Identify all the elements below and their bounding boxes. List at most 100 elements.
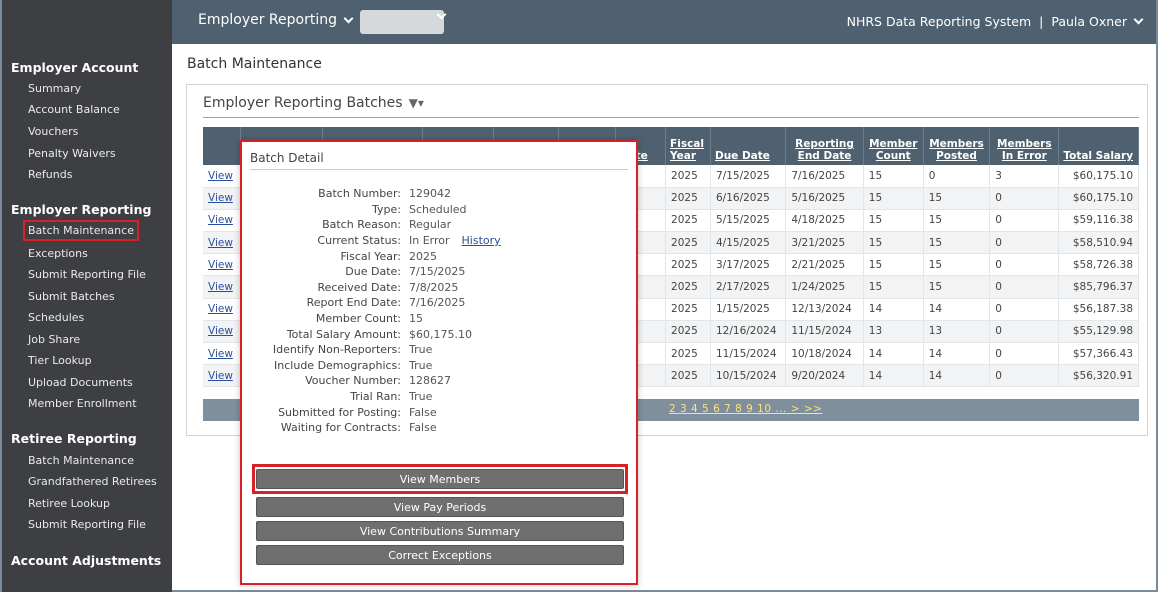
view-link[interactable]: View — [203, 320, 242, 344]
detail-label: Due Date: — [345, 265, 401, 279]
detail-label: Submitted for Posting: — [278, 405, 401, 419]
cell-fiscal-year: 2025 — [665, 298, 711, 321]
col-members-posted[interactable]: Members Posted — [923, 127, 991, 165]
sidebar-item-tier-lookup[interactable]: Tier Lookup — [28, 354, 92, 367]
cell-reporting-end-date: 4/18/2025 — [785, 209, 864, 233]
view-link[interactable]: View — [203, 231, 242, 255]
panel-title-label: Employer Reporting Batches — [203, 95, 403, 111]
employer-select[interactable] — [360, 10, 444, 34]
chevron-down-icon[interactable] — [1133, 14, 1144, 25]
cell-member-count: 15 — [863, 275, 924, 299]
cell-reporting-end-date: 2/21/2025 — [785, 253, 864, 277]
sidebar-item-schedules[interactable]: Schedules — [28, 311, 84, 324]
sidebar-item-account-balance[interactable]: Account Balance — [28, 103, 120, 116]
sidebar-item-retiree-lookup[interactable]: Retiree Lookup — [28, 497, 110, 510]
view-link[interactable]: View — [203, 364, 242, 388]
detail-label: Trial Ran: — [350, 390, 401, 404]
cell-total-salary: $58,510.94 — [1058, 231, 1139, 255]
detail-value: Regular — [409, 218, 452, 232]
col-member-count[interactable]: Member Count — [863, 127, 924, 165]
detail-label: Waiting for Contracts: — [280, 421, 401, 435]
sidebar-group-employer-reporting: Employer Reporting — [11, 202, 152, 217]
cell-members-posted: 0 — [923, 165, 991, 188]
employer-reporting-menu[interactable]: Employer Reporting — [198, 12, 354, 28]
detail-value: 2025 — [409, 249, 437, 263]
view-link[interactable]: View — [203, 187, 242, 210]
col-reporting-end-date[interactable]: Reporting End Date — [785, 127, 864, 165]
sidebar-item-submit-reporting-file[interactable]: Submit Reporting File — [28, 268, 146, 281]
cell-fiscal-year: 2025 — [665, 209, 711, 233]
detail-label: Total Salary Amount: — [286, 327, 401, 341]
user-area: NHRS Data Reporting System | Paula Oxner — [847, 14, 1144, 29]
detail-label: Voucher Number: — [305, 374, 401, 388]
detail-row: Due Date: 7/15/2025 — [242, 264, 640, 280]
cell-member-count: 14 — [863, 342, 924, 366]
view-link[interactable]: View — [203, 342, 242, 366]
sidebar-item-penalty-waivers[interactable]: Penalty Waivers — [28, 147, 116, 160]
pager-links[interactable]: 2 3 4 5 6 7 8 9 10 ... > >> — [669, 403, 822, 415]
detail-value: Scheduled — [409, 202, 467, 216]
cell-total-salary: $60,175.10 — [1058, 187, 1139, 210]
cell-members-in-error: 0 — [989, 364, 1060, 388]
cell-fiscal-year: 2025 — [665, 253, 711, 277]
col-fiscal-year[interactable]: Fiscal Year — [665, 127, 711, 165]
sidebar-item-summary[interactable]: Summary — [28, 82, 81, 95]
col-due-date[interactable]: Due Date — [710, 127, 787, 165]
cell-total-salary: $58,726.38 — [1058, 253, 1139, 277]
nav-title-label: Employer Reporting — [198, 12, 337, 28]
sidebar-item-job-share[interactable]: Job Share — [28, 333, 80, 346]
col-total-salary[interactable]: Total Salary — [1058, 127, 1139, 165]
detail-label: Include Demographics: — [274, 358, 401, 372]
sidebar-item-refunds[interactable]: Refunds — [28, 168, 72, 181]
sidebar-item-batch-maintenance[interactable]: Batch Maintenance — [23, 220, 139, 241]
view-link[interactable]: View — [203, 298, 242, 321]
filter-icon[interactable]: ▼▾ — [409, 96, 424, 110]
cell-members-posted: 15 — [923, 253, 991, 277]
sidebar-item-retiree-batch-maintenance[interactable]: Batch Maintenance — [28, 454, 134, 467]
page-title: Batch Maintenance — [187, 56, 322, 72]
cell-reporting-end-date: 1/24/2025 — [785, 275, 864, 299]
sidebar-group-employer-account: Employer Account — [11, 60, 139, 75]
sidebar-item-vouchers[interactable]: Vouchers — [28, 125, 78, 138]
view-link[interactable]: View — [203, 275, 242, 299]
sidebar-item-retiree-submit-reporting-file[interactable]: Submit Reporting File — [28, 518, 146, 531]
cell-members-in-error: 0 — [989, 275, 1060, 299]
view-link[interactable]: View — [203, 209, 242, 233]
batch-detail-fields: Batch Number: 129042 Type: Scheduled Batch R… — [242, 186, 640, 436]
cell-members-posted: 15 — [923, 209, 991, 233]
detail-row: Waiting for Contracts: False — [242, 420, 640, 436]
detail-value: In Error — [409, 234, 450, 248]
sidebar-group-account-adjustments[interactable]: Account Adjustments — [11, 553, 161, 568]
sidebar-item-exceptions[interactable]: Exceptions — [28, 247, 88, 260]
divider — [250, 169, 628, 170]
view-link[interactable]: View — [203, 165, 242, 188]
view-pay-periods-button[interactable]: View Pay Periods — [256, 497, 624, 517]
cell-members-in-error: 0 — [989, 298, 1060, 321]
sidebar-item-submit-batches[interactable]: Submit Batches — [28, 290, 115, 303]
cell-reporting-end-date: 10/18/2024 — [785, 342, 864, 366]
view-members-button[interactable]: View Members — [256, 469, 624, 489]
detail-value: $60,175.10 — [409, 327, 472, 341]
cell-total-salary: $56,187.38 — [1058, 298, 1139, 321]
view-contributions-summary-button[interactable]: View Contributions Summary — [256, 521, 624, 541]
cell-fiscal-year: 2025 — [665, 320, 711, 344]
sidebar-item-upload-documents[interactable]: Upload Documents — [28, 376, 133, 389]
correct-exceptions-button[interactable]: Correct Exceptions — [256, 545, 624, 565]
user-name[interactable]: Paula Oxner — [1051, 14, 1127, 29]
view-link[interactable]: View — [203, 253, 242, 277]
cell-members-posted: 15 — [923, 275, 991, 299]
sidebar-item-grandfathered-retirees[interactable]: Grandfathered Retirees — [28, 475, 157, 488]
history-link[interactable]: History — [462, 234, 501, 247]
col-members-in-error[interactable]: Members In Error — [989, 127, 1060, 165]
cell-fiscal-year: 2025 — [665, 342, 711, 366]
detail-label: Received Date: — [317, 280, 401, 294]
cell-due-date: 6/16/2025 — [710, 187, 787, 210]
chevron-down-icon — [343, 13, 354, 23]
sidebar-item-member-enrollment[interactable]: Member Enrollment — [28, 397, 137, 410]
popup-title: Batch Detail — [250, 151, 324, 165]
cell-due-date: 7/15/2025 — [710, 165, 787, 188]
sidebar: Employer Account Summary Account Balance… — [2, 0, 172, 592]
top-bar: Employer Reporting NHRS Data Reporting S… — [172, 0, 1156, 44]
cell-members-in-error: 0 — [989, 187, 1060, 210]
divider — [203, 117, 1139, 118]
